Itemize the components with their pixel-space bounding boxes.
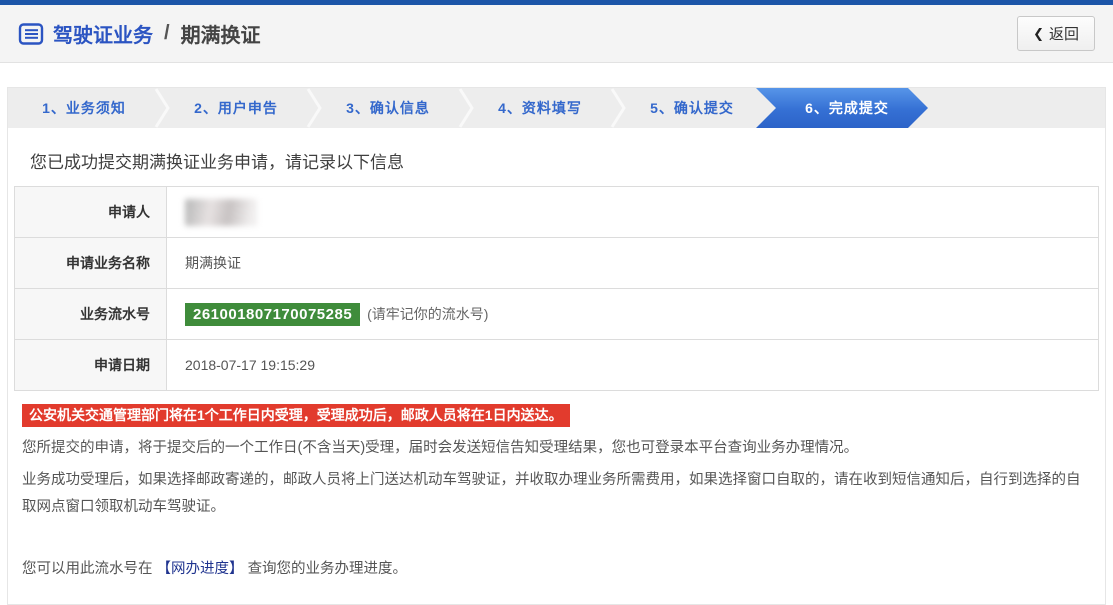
- business-name-label: 申请业务名称: [15, 238, 167, 289]
- step-progress-bar: 1、业务须知 2、用户申告 3、确认信息 4、资料填写 5、确认提交 6、完成提…: [8, 88, 1105, 128]
- result-content: 您已成功提交期满换证业务申请，请记录以下信息 申请人 申请业务名称 期满换证 业…: [8, 148, 1105, 604]
- table-row-applicant: 申请人: [15, 187, 1099, 238]
- success-message: 您已成功提交期满换证业务申请，请记录以下信息: [30, 148, 1099, 173]
- apply-date-value: 2018-07-17 19:15:29: [167, 340, 1099, 391]
- breadcrumb: 驾驶证业务 / 期满换证: [18, 19, 261, 48]
- application-info-table: 申请人 申请业务名称 期满换证 业务流水号 261001807170075285…: [14, 186, 1099, 391]
- progress-query-suffix: 查询您的业务办理进度。: [248, 561, 408, 577]
- business-name-value: 期满换证: [167, 238, 1099, 289]
- breadcrumb-divider: /: [164, 22, 170, 45]
- chevron-left-icon: ❮: [1033, 26, 1044, 42]
- step-4-fill-materials: 4、资料填写: [464, 88, 616, 128]
- progress-query-prefix: 您可以用此流水号在: [22, 561, 153, 577]
- table-row-serial-number: 业务流水号 261001807170075285 (请牢记你的流水号): [15, 289, 1099, 340]
- step-1-business-notice: 1、业务须知: [8, 88, 160, 128]
- step-separator-icon: [305, 88, 323, 128]
- page-header: 驾驶证业务 / 期满换证 ❮ 返回: [0, 5, 1113, 63]
- applicant-label: 申请人: [15, 187, 167, 238]
- step-separator-icon: [153, 88, 171, 128]
- apply-date-label: 申请日期: [15, 340, 167, 391]
- applicant-value: [167, 187, 1099, 238]
- progress-query-line: 您可以用此流水号在 【网办进度】 查询您的业务办理进度。: [22, 557, 1091, 578]
- progress-query-link[interactable]: 【网办进度】: [157, 561, 244, 577]
- main-panel: 1、业务须知 2、用户申告 3、确认信息 4、资料填写 5、确认提交 6、完成提…: [7, 87, 1106, 605]
- page-title-current: 期满换证: [181, 19, 261, 48]
- step-separator-icon: [609, 88, 627, 128]
- alert-wrapper: 公安机关交通管理部门将在1个工作日内受理，受理成功后，邮政人员将在1日内送达。: [14, 391, 1099, 430]
- serial-number-badge: 261001807170075285: [185, 303, 360, 326]
- serial-number-note: (请牢记你的流水号): [367, 306, 488, 322]
- serial-number-label: 业务流水号: [15, 289, 167, 340]
- notice-paragraph-2: 业务成功受理后，如果选择邮政寄递的，邮政人员将上门送达机动车驾驶证，并收取办理业…: [22, 467, 1091, 521]
- back-button[interactable]: ❮ 返回: [1017, 16, 1095, 51]
- step-6-complete-submit: 6、完成提交: [756, 88, 928, 128]
- table-row-apply-date: 申请日期 2018-07-17 19:15:29: [15, 340, 1099, 391]
- serial-number-value: 261001807170075285 (请牢记你的流水号): [167, 289, 1099, 340]
- processing-alert-banner: 公安机关交通管理部门将在1个工作日内受理，受理成功后，邮政人员将在1日内送达。: [22, 404, 570, 427]
- back-button-label: 返回: [1049, 23, 1079, 44]
- table-row-business-name: 申请业务名称 期满换证: [15, 238, 1099, 289]
- step-5-confirm-submit: 5、确认提交: [616, 88, 768, 128]
- step-separator-icon: [457, 88, 475, 128]
- step-3-confirm-info: 3、确认信息: [312, 88, 464, 128]
- notice-paragraph-1: 您所提交的申请，将于提交后的一个工作日(不含当天)受理，届时会发送短信告知受理结…: [22, 435, 1091, 462]
- page-title-category: 驾驶证业务: [53, 19, 153, 48]
- list-icon: [18, 21, 44, 47]
- step-2-user-declaration: 2、用户申告: [160, 88, 312, 128]
- redacted-applicant-name: [185, 199, 257, 226]
